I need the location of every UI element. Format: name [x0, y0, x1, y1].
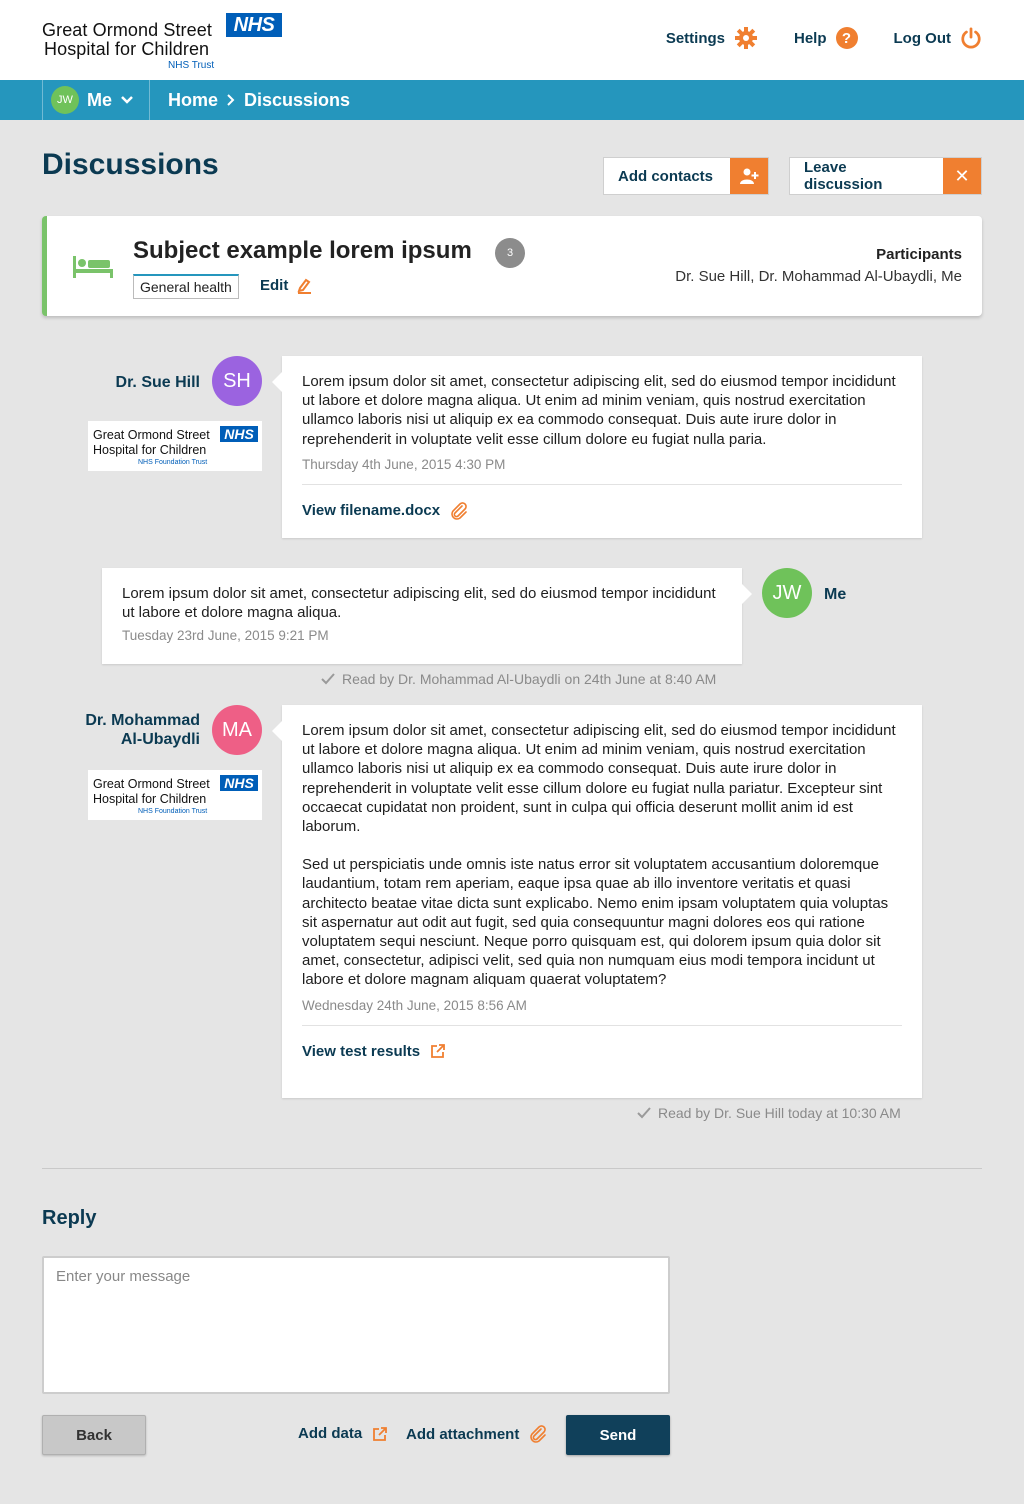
nhs-logo: NHS: [220, 426, 258, 442]
logo-line1: Great Ormond Street: [42, 20, 212, 40]
help-icon: ?: [835, 27, 858, 49]
message-timestamp: Wednesday 24th June, 2015 8:56 AM: [302, 997, 527, 1013]
edit-label: Edit: [260, 277, 289, 294]
message-count-badge: 3: [495, 238, 525, 268]
message-timestamp: Tuesday 23rd June, 2015 9:21 PM: [122, 628, 329, 644]
subject-card: Subject example lorem ipsum 3 General he…: [42, 216, 982, 316]
logout-link[interactable]: Log Out: [894, 27, 982, 49]
logout-label: Log Out: [893, 29, 951, 47]
gear-icon: [735, 27, 757, 49]
add-contacts-button[interactable]: Add contacts: [603, 157, 769, 195]
breadcrumb-home[interactable]: Home: [168, 90, 218, 111]
message-text: Lorem ipsum dolor sit amet, consectetur …: [122, 585, 716, 622]
back-button[interactable]: Back: [42, 1415, 146, 1455]
organisation-logo: Great Ormond Street Hospital for Childre…: [88, 421, 262, 471]
add-user-icon: [730, 158, 768, 194]
message-text: Sed ut perspiciatis unde omnis iste natu…: [302, 856, 889, 989]
leave-discussion-button[interactable]: Leave discussion ✕: [789, 157, 982, 195]
view-attachment-link[interactable]: View filename.docx: [302, 501, 902, 520]
top-bar: Great Ormond Street Hospital for Childre…: [0, 0, 1024, 80]
organisation-logo: Great Ormond Street Hospital for Childre…: [88, 770, 262, 820]
subject-title: Subject example lorem ipsum: [133, 237, 472, 264]
participants-label: Participants: [876, 246, 962, 263]
message-timestamp: Thursday 4th June, 2015 4:30 PM: [302, 456, 506, 472]
page-title: Discussions: [42, 148, 219, 181]
author-line1: Dr. Mohammad: [85, 712, 200, 729]
reply-title: Reply: [42, 1207, 97, 1229]
settings-label: Settings: [665, 29, 725, 47]
view-test-results-link[interactable]: View test results: [302, 1043, 902, 1060]
paperclip-icon: [530, 1425, 547, 1443]
org-trust: NHS Foundation Trust: [138, 459, 208, 466]
external-link-icon: [373, 1426, 388, 1441]
message-text: Lorem ipsum dolor sit amet, consectetur …: [302, 373, 896, 448]
org-line1: Great Ormond Street: [93, 777, 210, 791]
author-line2: Al-Ubaydli: [120, 731, 200, 748]
avatar: JW: [762, 568, 812, 618]
message-author: Dr. Mohammad Al-Ubaydli: [85, 711, 200, 749]
pencil-icon: [297, 278, 312, 294]
reply-input[interactable]: [42, 1256, 670, 1394]
breadcrumb-discussions[interactable]: Discussions: [244, 90, 350, 111]
leave-discussion-label: Leave discussion: [804, 159, 883, 193]
add-data-link[interactable]: Add data: [298, 1425, 388, 1442]
power-icon: [961, 27, 981, 49]
message-text: Lorem ipsum dolor sit amet, consectetur …: [302, 722, 896, 836]
attachment-label: View test results: [302, 1042, 421, 1060]
org-trust: NHS Foundation Trust: [138, 808, 208, 815]
read-receipt-text: Read by Dr. Mohammad Al-Ubaydli on 24th …: [342, 671, 717, 687]
category-tag: General health: [133, 274, 239, 299]
org-line2: Hospital for Children: [93, 792, 207, 806]
logo-line2: Hospital for Children: [44, 39, 210, 59]
read-receipt-text: Read by Dr. Sue Hill today at 10:30 AM: [658, 1105, 901, 1121]
breadcrumb: Home Discussions: [168, 80, 350, 120]
top-links: Settings Help ? Log Out: [666, 26, 982, 50]
participants-list: Dr. Sue Hill, Dr. Mohammad Al-Ubaydli, M…: [675, 268, 962, 285]
read-receipt: Read by Dr. Mohammad Al-Ubaydli on 24th …: [320, 671, 716, 687]
avatar: MA: [212, 705, 262, 755]
section-divider: [42, 1168, 982, 1169]
read-receipt: Read by Dr. Sue Hill today at 10:30 AM: [636, 1105, 901, 1121]
bed-icon: [73, 256, 113, 278]
nhs-logo: NHS: [226, 13, 282, 37]
paperclip-icon: [451, 501, 467, 520]
message-author: Me: [824, 586, 847, 603]
help-link[interactable]: Help ?: [794, 27, 858, 49]
hospital-logo[interactable]: Great Ormond Street Hospital for Childre…: [42, 13, 282, 73]
user-avatar: JW: [51, 86, 79, 114]
add-attachment-link[interactable]: Add attachment: [406, 1425, 547, 1443]
avatar: SH: [212, 356, 262, 406]
org-line2: Hospital for Children: [93, 443, 207, 457]
add-data-label: Add data: [298, 1425, 363, 1442]
chevron-down-icon: [121, 96, 133, 104]
add-contacts-label: Add contacts: [618, 167, 714, 185]
divider: [302, 483, 902, 485]
check-icon: [637, 1107, 651, 1119]
close-icon: ✕: [943, 158, 981, 194]
send-button[interactable]: Send: [566, 1415, 670, 1455]
help-label: Help: [794, 29, 827, 47]
external-link-icon: [431, 1044, 446, 1059]
message-bubble: Lorem ipsum dolor sit amet, consectetur …: [272, 356, 922, 538]
attachment-label: View filename.docx: [302, 502, 441, 520]
logo-trust: NHS Trust: [168, 60, 215, 71]
nhs-logo: NHS: [220, 775, 258, 791]
check-icon: [321, 673, 335, 685]
settings-link[interactable]: Settings: [666, 26, 758, 50]
chevron-right-icon: [227, 94, 235, 106]
message-author: Dr. Sue Hill: [115, 374, 200, 391]
divider: [302, 1024, 902, 1026]
message-bubble: Lorem ipsum dolor sit amet, consectetur …: [272, 705, 922, 1098]
add-attachment-label: Add attachment: [406, 1425, 520, 1443]
nav-bar: JW Me Home Discussions: [0, 80, 1024, 120]
user-label: Me: [87, 89, 113, 110]
edit-subject-link[interactable]: Edit: [260, 277, 312, 294]
message-bubble: Lorem ipsum dolor sit amet, consectetur …: [102, 568, 752, 664]
org-line1: Great Ormond Street: [93, 428, 210, 442]
user-menu[interactable]: JW Me: [42, 80, 150, 120]
